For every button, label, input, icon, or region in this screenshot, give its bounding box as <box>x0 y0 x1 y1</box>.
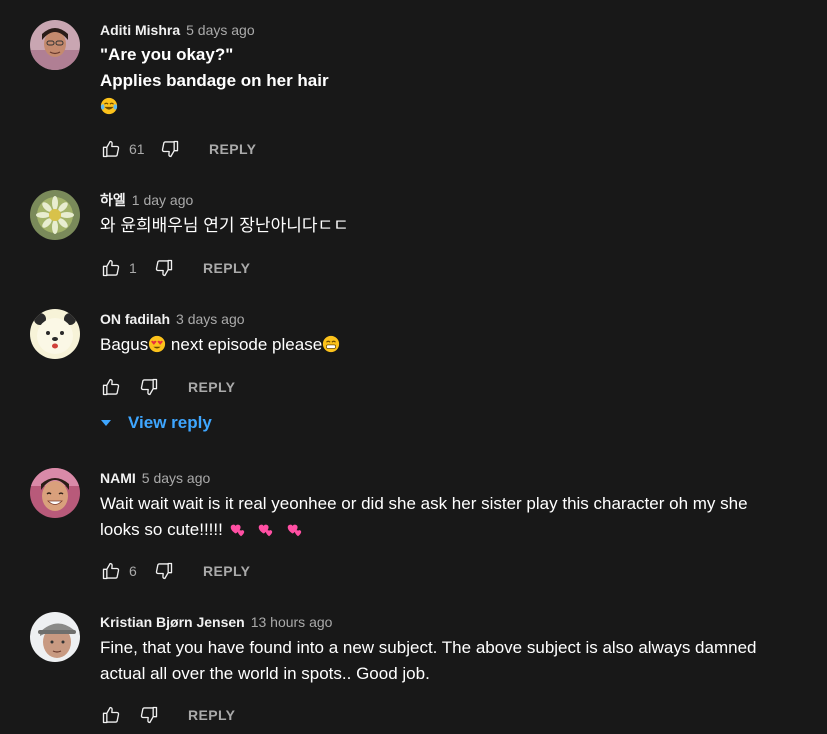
comment-timestamp[interactable]: 5 days ago <box>186 22 255 38</box>
like-button[interactable] <box>100 257 122 279</box>
comment-timestamp[interactable]: 3 days ago <box>176 311 245 327</box>
dislike-button[interactable] <box>159 138 181 160</box>
comment-text-segment: looks so cute!!!!! <box>100 520 228 539</box>
view-reply-button[interactable]: View reply <box>100 411 212 435</box>
comment-author[interactable]: ON fadilah <box>100 311 170 327</box>
comment-text-line: Applies bandage on her hair <box>100 71 329 90</box>
thumbs-up-outline-icon <box>102 259 120 277</box>
comments-section: Aditi Mishra 5 days ago "Are you okay?" A… <box>0 0 827 734</box>
thumbs-down-outline-icon <box>155 562 173 580</box>
avatar[interactable] <box>30 612 80 662</box>
grinning-emoji <box>323 335 340 353</box>
dislike-button[interactable] <box>153 560 175 582</box>
dislike-button[interactable] <box>153 257 175 279</box>
avatar[interactable] <box>30 20 80 70</box>
reply-button[interactable]: REPLY <box>188 707 235 723</box>
heart-eyes-emoji <box>149 335 166 353</box>
caret-down-icon <box>101 420 111 426</box>
like-count: 1 <box>129 260 137 276</box>
comment-actions: REPLY <box>100 375 235 399</box>
thumbs-down-outline-icon <box>140 378 158 396</box>
comment-timestamp[interactable]: 5 days ago <box>142 470 211 486</box>
comment-author[interactable]: Kristian Bjørn Jensen <box>100 614 245 630</box>
like-count: 61 <box>129 141 145 157</box>
comment-text: Fine, that you have found into a new sub… <box>100 635 817 687</box>
comment-text: 와 윤희배우님 연기 장난아니다ㄷㄷ <box>100 216 349 235</box>
avatar[interactable] <box>30 468 80 518</box>
like-button[interactable] <box>100 376 122 398</box>
comment-actions: 1 REPLY <box>100 256 250 280</box>
comment-text-line <box>100 94 817 120</box>
comment-text: Bagus next episode please <box>100 332 817 358</box>
thumbs-up-outline-icon <box>102 140 120 158</box>
comment-text-line: "Are you okay?" <box>100 45 234 64</box>
avatar[interactable] <box>30 309 80 359</box>
comment-actions: 61 REPLY <box>100 137 256 161</box>
thumbs-up-outline-icon <box>102 706 120 724</box>
comment-actions: 6 REPLY <box>100 559 250 583</box>
comment-timestamp[interactable]: 1 day ago <box>132 192 194 208</box>
comment-author[interactable]: Aditi Mishra <box>100 22 180 38</box>
reply-button[interactable]: REPLY <box>203 260 250 276</box>
two-hearts-emoji <box>258 524 273 537</box>
like-button[interactable] <box>100 704 122 726</box>
comment-author[interactable]: NAMI <box>100 470 136 486</box>
reply-button[interactable]: REPLY <box>188 379 235 395</box>
comment-text: Wait wait wait is it real yeonhee or did… <box>100 491 817 543</box>
comment-text-segment: next episode please <box>166 335 323 354</box>
like-button[interactable] <box>100 138 122 160</box>
thumbs-down-outline-icon <box>155 259 173 277</box>
view-reply-label: View reply <box>128 413 212 432</box>
thumbs-up-outline-icon <box>102 378 120 396</box>
like-button[interactable] <box>100 560 122 582</box>
dislike-button[interactable] <box>138 704 160 726</box>
comment-text: "Are you okay?" Applies bandage on her h… <box>100 42 817 120</box>
laughing-tears-emoji <box>100 97 118 115</box>
thumbs-down-outline-icon <box>161 140 179 158</box>
comment-author[interactable]: 하엘 <box>100 192 126 208</box>
comment-timestamp[interactable]: 13 hours ago <box>251 614 333 630</box>
comment-text-line: Wait wait wait is it real yeonhee or did… <box>100 494 748 513</box>
thumbs-down-outline-icon <box>140 706 158 724</box>
dislike-button[interactable] <box>138 376 160 398</box>
like-count: 6 <box>129 563 137 579</box>
thumbs-up-outline-icon <box>102 562 120 580</box>
comment-text-line: looks so cute!!!!! <box>100 517 817 543</box>
comment-text-line: actual all over the world in spots.. Goo… <box>100 664 430 683</box>
avatar[interactable] <box>30 190 80 240</box>
reply-button[interactable]: REPLY <box>203 563 250 579</box>
comment-text-line: Fine, that you have found into a new sub… <box>100 638 757 657</box>
comment-actions: REPLY <box>100 703 235 727</box>
two-hearts-emoji <box>287 524 302 537</box>
two-hearts-emoji <box>230 524 244 537</box>
reply-button[interactable]: REPLY <box>209 141 256 157</box>
comment-text-segment: Bagus <box>100 335 149 354</box>
